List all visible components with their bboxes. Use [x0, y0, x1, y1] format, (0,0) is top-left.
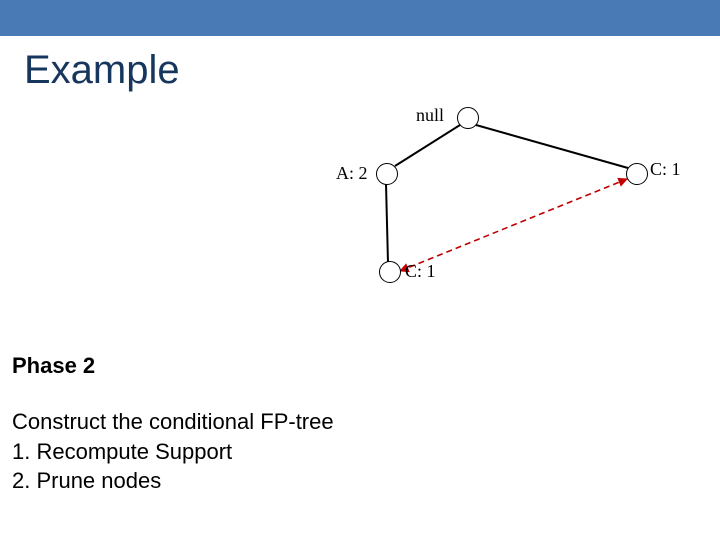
- fp-tree-diagram: null A: 2 C: 1 C: 1: [0, 93, 720, 313]
- top-bar: [0, 0, 720, 36]
- body-line-3: 2. Prune nodes: [12, 466, 720, 496]
- label-a: A: 2: [336, 163, 368, 184]
- phase-heading: Phase 2: [12, 353, 720, 379]
- body-text: Construct the conditional FP-tree 1. Rec…: [12, 407, 720, 496]
- body-line-2: 1. Recompute Support: [12, 437, 720, 467]
- slide-title: Example: [24, 48, 720, 93]
- edge-a-c-left: [386, 184, 388, 263]
- node-c-left: [379, 261, 401, 283]
- node-root: [457, 107, 479, 129]
- body-line-1: Construct the conditional FP-tree: [12, 407, 720, 437]
- label-root: null: [416, 105, 444, 126]
- edge-root-c-right: [476, 125, 628, 168]
- label-c-left: C: 1: [405, 261, 436, 282]
- label-c-right: C: 1: [650, 159, 681, 180]
- node-c-right: [626, 163, 648, 185]
- edge-root-a: [395, 125, 460, 166]
- tree-edges: [0, 93, 720, 313]
- node-a: [376, 163, 398, 185]
- link-c-c-dashed: [400, 179, 627, 271]
